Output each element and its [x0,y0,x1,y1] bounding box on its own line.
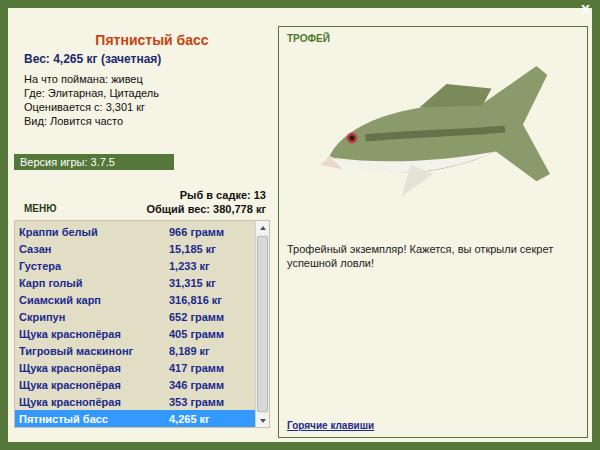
hotkeys-link[interactable]: Горячие клавиши [287,420,579,431]
fish-image [298,48,568,228]
catch-list: Краппи белый966 граммСазан15,185 кгГусте… [14,220,270,428]
catch-weight: 15,185 кг [169,243,216,255]
catch-name: Щука краснопёрая [19,362,169,374]
keepnet-header: МЕНЮ Рыб в садке: 13Общий вес: 380,778 кг [24,188,266,216]
catch-name: Сазан [19,243,169,255]
catch-weight: 353 грамм [169,396,224,408]
fish-detail: Оценивается с: 3,301 кг [24,100,270,114]
catch-weight: 966 грамм [169,226,224,238]
catch-row[interactable]: Скрипун652 грамм [15,308,255,325]
fish-count: Рыб в садке: 13 [146,188,266,202]
catch-weight: 4,265 кг [169,413,210,425]
fish-details: На что поймана: живецГде: Элитарная, Цит… [24,72,270,128]
catch-weight: 1,233 кг [169,260,210,272]
trophy-panel: ТРОФЕЙ Трофейный экземпляр! Кажется, вы о… [278,26,588,438]
fish-detail: Вид: Ловится часто [24,114,270,128]
catch-name: Щука краснопёрая [19,379,169,391]
catch-weight: 316,816 кг [169,294,222,306]
catch-name: Краппи белый [19,226,169,238]
catch-name: Тигровый маскинонг [19,345,169,357]
catch-weight: 31,315 кг [169,277,216,289]
scrollbar[interactable] [255,221,269,427]
catch-row[interactable]: Пятнистый басс4,265 кг [15,410,255,427]
catch-name: Сиамский карп [19,294,169,306]
version-bar: Версия игры: 3.7.5 [14,154,174,170]
catch-row[interactable]: Щука краснопёрая405 грамм [15,325,255,342]
catch-weight: 652 грамм [169,311,224,323]
fish-info-panel: Пятнистый басс Вес: 4,265 кг (зачетная) На… [8,8,272,442]
catch-name: Щука краснопёрая [19,396,169,408]
close-button[interactable]: x [581,0,590,18]
catch-row[interactable]: Сиамский карп316,816 кг [15,291,255,308]
catch-weight: 8,189 кг [169,345,210,357]
scroll-thumb[interactable] [257,236,268,412]
catch-row[interactable]: Щука краснопёрая346 грамм [15,376,255,393]
catch-row[interactable]: Щука краснопёрая417 грамм [15,359,255,376]
catch-row[interactable]: Густера1,233 кг [15,257,255,274]
fish-detail: Где: Элитарная, Цитадель [24,86,270,100]
catch-weight: 346 грамм [169,379,224,391]
fish-weight: Вес: 4,265 кг (зачетная) [24,52,270,66]
catch-name: Карп голый [19,277,169,289]
catch-row[interactable]: Щука краснопёрая353 грамм [15,393,255,410]
scroll-up-button[interactable] [256,221,269,234]
fish-name: Пятнистый басс [14,32,270,48]
catch-row[interactable]: Сазан15,185 кг [15,240,255,257]
total-weight: Общий вес: 380,778 кг [146,202,266,216]
catch-row[interactable]: Карп голый31,315 кг [15,274,255,291]
menu-button[interactable]: МЕНЮ [24,203,57,216]
catch-weight: 405 грамм [169,328,224,340]
catch-row[interactable]: Краппи белый966 грамм [15,223,255,240]
fish-detail: На что поймана: живец [24,72,270,86]
keepnet-summary: Рыб в садке: 13Общий вес: 380,778 кг [146,188,266,216]
scroll-down-button[interactable] [256,414,269,427]
catch-row[interactable]: Тигровый маскинонг8,189 кг [15,342,255,359]
trophy-message: Трофейный экземпляр! Кажется, вы открыли… [287,242,579,270]
catch-name: Густера [19,260,169,272]
trophy-label: ТРОФЕЙ [287,33,579,44]
fish-info-window: x Пятнистый басс Вес: 4,265 кг (зачетная) Н… [0,0,600,450]
catch-name: Пятнистый басс [19,413,169,425]
catch-weight: 417 грамм [169,362,224,374]
catch-name: Скрипун [19,311,169,323]
catch-name: Щука краснопёрая [19,328,169,340]
